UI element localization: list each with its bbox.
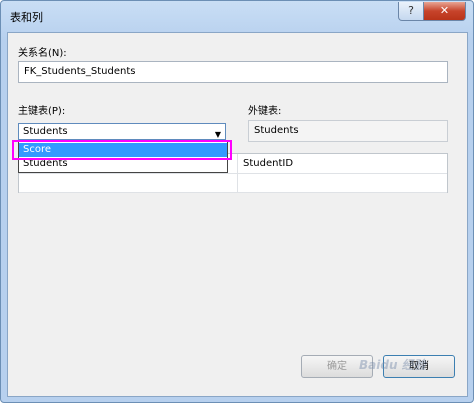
baidu-watermark: Baidu 经验 xyxy=(359,358,426,372)
primary-key-table-combo[interactable]: Students ▼ xyxy=(18,123,226,140)
relationship-name-input[interactable]: FK_Students_Students xyxy=(18,61,448,83)
primary-key-selected-value: Students xyxy=(23,126,68,137)
relationship-name-label: 关系名(N): xyxy=(18,48,67,59)
table-row[interactable] xyxy=(19,174,447,193)
window-title: 表和列 xyxy=(10,11,43,24)
fk-column-cell[interactable]: StudentID xyxy=(243,158,293,169)
foreign-key-table-field: Students xyxy=(248,120,448,142)
primary-key-table-label: 主键表(P): xyxy=(18,106,66,117)
highlight-annotation-box xyxy=(12,140,232,160)
foreign-key-table-label: 外键表: xyxy=(248,106,282,117)
dialog-window: 表和列 ? ✕ 关系名(N): FK_Students_Students 主键表… xyxy=(0,0,474,403)
dialog-client-area: 关系名(N): FK_Students_Students 主键表(P): 外键表… xyxy=(7,32,468,397)
close-button[interactable]: ✕ xyxy=(423,2,466,21)
title-bar: 表和列 ? ✕ xyxy=(1,1,473,31)
help-button[interactable]: ? xyxy=(398,2,424,21)
